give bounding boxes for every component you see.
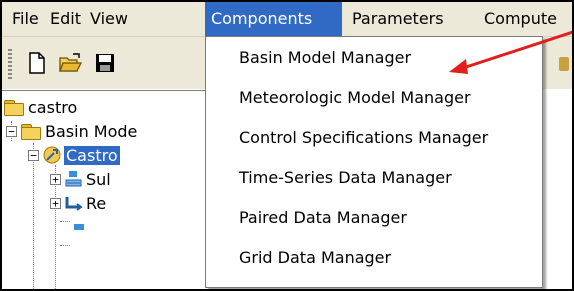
menu-item-grid-data-manager[interactable]: Grid Data Manager bbox=[239, 243, 391, 273]
menu-compute[interactable]: Compute bbox=[478, 2, 563, 36]
menu-components[interactable]: Components bbox=[205, 2, 342, 36]
reach-icon bbox=[65, 194, 83, 212]
new-file-icon bbox=[29, 52, 45, 74]
floppy-disk-icon bbox=[96, 54, 114, 72]
menu-item-control-specifications-manager[interactable]: Control Specifications Manager bbox=[239, 123, 488, 153]
tree-node-label: Basin Mode bbox=[45, 121, 138, 141]
watershed-explorer-tree: castro − Basin Mode − Castro + Sul + Re bbox=[2, 90, 207, 289]
junction-icon bbox=[74, 224, 84, 230]
save-button[interactable] bbox=[92, 49, 118, 77]
components-dropdown-menu: Basin Model Manager Meteorologic Model M… bbox=[205, 36, 543, 288]
basin-model-icon bbox=[43, 146, 61, 164]
expand-icon[interactable]: + bbox=[50, 197, 61, 209]
application-window: File Edit View Components Parameters Com… bbox=[0, 0, 574, 291]
tree-node-label: Re bbox=[86, 193, 107, 213]
tree-node-label: Sul bbox=[86, 169, 111, 189]
menu-item-meteorologic-model-manager[interactable]: Meteorologic Model Manager bbox=[239, 83, 471, 113]
menu-item-basin-model-manager[interactable]: Basin Model Manager bbox=[239, 43, 411, 73]
tree-node-reaches[interactable]: + Re bbox=[50, 191, 106, 215]
toolbar-grip[interactable] bbox=[8, 49, 12, 79]
expand-icon[interactable]: + bbox=[50, 173, 61, 185]
subbasin-icon bbox=[65, 170, 83, 188]
tree-node-castro[interactable]: castro bbox=[4, 95, 77, 119]
menu-view[interactable]: View bbox=[84, 2, 134, 36]
menu-edit[interactable]: Edit bbox=[44, 2, 87, 36]
tree-node-castro-model[interactable]: − Castro bbox=[28, 143, 120, 167]
menu-item-time-series-data-manager[interactable]: Time-Series Data Manager bbox=[239, 163, 452, 193]
tree-node-subbasins[interactable]: + Sul bbox=[50, 167, 111, 191]
tree-node-basin-models[interactable]: − Basin Mode bbox=[6, 119, 137, 143]
open-folder-button[interactable] bbox=[58, 49, 84, 77]
new-file-button[interactable] bbox=[24, 49, 50, 77]
tree-node-label: castro bbox=[28, 97, 78, 117]
tree-node-partial bbox=[68, 215, 84, 239]
open-folder-icon bbox=[59, 53, 83, 72]
menu-file[interactable]: File bbox=[6, 2, 45, 36]
collapse-icon[interactable]: − bbox=[28, 149, 39, 161]
toolbar-edge-icon[interactable] bbox=[559, 57, 569, 71]
menu-item-paired-data-manager[interactable]: Paired Data Manager bbox=[239, 203, 407, 233]
menu-bar: File Edit View Components Parameters Com… bbox=[2, 2, 572, 37]
folder-icon bbox=[21, 123, 41, 140]
tree-node-label: Castro bbox=[64, 145, 120, 165]
collapse-icon[interactable]: − bbox=[6, 125, 17, 137]
menu-parameters[interactable]: Parameters bbox=[346, 2, 450, 36]
folder-icon bbox=[4, 99, 24, 116]
